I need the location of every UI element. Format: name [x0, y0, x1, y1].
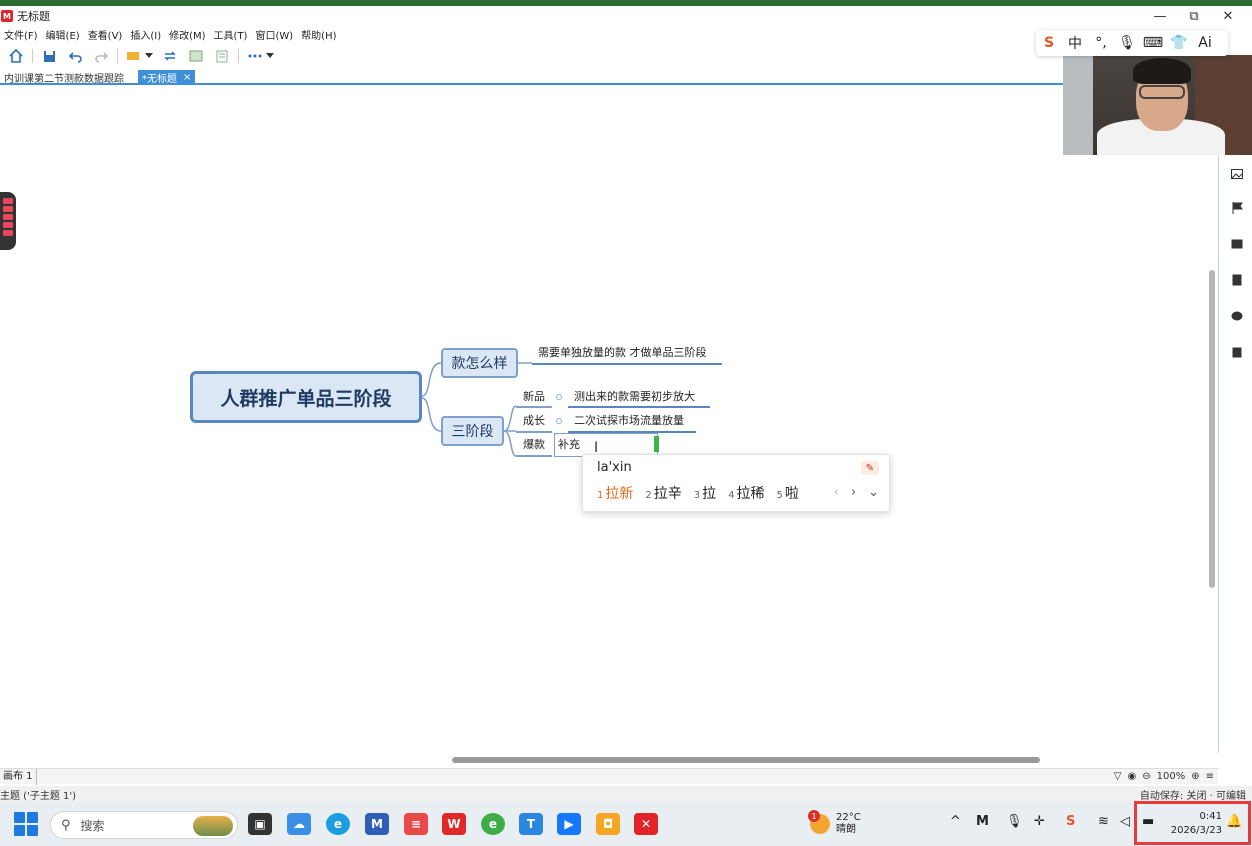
ime-candidate[interactable]: 4 拉稀 [728, 483, 764, 503]
menu-lines-icon[interactable]: ≡ [1206, 771, 1214, 782]
collapse-dot-icon[interactable] [556, 418, 562, 424]
label-icon[interactable] [1230, 237, 1244, 251]
wps-icon[interactable]: W [442, 813, 466, 835]
zoom-in-icon[interactable]: ⊕ [1191, 771, 1199, 782]
ime-next-icon[interactable]: › [851, 485, 856, 500]
stage-label-new[interactable]: 新品 [523, 388, 545, 406]
zoom-out-icon[interactable]: ⊖ [1142, 771, 1150, 782]
subtopic-independent-volume[interactable]: 需要单独放量的款 才做单品三阶段 [538, 344, 707, 362]
ime-candidate[interactable]: 5啦 [777, 483, 799, 503]
search-label: 搜索 [80, 818, 105, 833]
view-icon[interactable]: ◉ [1128, 771, 1137, 782]
horizontal-scrollbar[interactable] [452, 757, 1040, 763]
status-bar: 主题 ('子主题 1') 自动保存: 关闭 · 可编辑 [0, 786, 1252, 802]
start-button-icon[interactable] [14, 812, 38, 836]
stage-underline [516, 406, 552, 408]
ime-navigation: ‹ › ⌄ [834, 485, 879, 500]
task-icon[interactable] [1230, 345, 1244, 359]
right-side-panel [1218, 155, 1252, 753]
taskbar-search[interactable]: ⚲ 搜索 [50, 811, 238, 839]
stage-detail-hit[interactable]: 补充 [558, 436, 580, 454]
ime-candidate[interactable]: 2 拉辛 [645, 483, 681, 503]
windows-taskbar: ⚲ 搜索 ▣ ☁ e M ≡ W e T ▶ ◘ ✕ 1 22°C 晴朗 ^ M… [0, 802, 1252, 846]
sheet-tab[interactable]: 画布 1 [0, 768, 37, 785]
ime-candidate-list: 1 拉新 2 拉辛 3拉 4 拉稀 5啦 [597, 483, 811, 503]
tray-cross-icon[interactable]: ✛ [1034, 814, 1045, 829]
browser-green-icon[interactable]: e [481, 813, 505, 835]
ime-punctuation-toggle[interactable]: °, [1088, 35, 1114, 51]
sogou-skin-icon[interactable]: ✎ [861, 461, 879, 475]
ime-expand-icon[interactable]: ⌄ [868, 485, 879, 500]
flag-icon[interactable] [1230, 201, 1244, 215]
ime-prev-icon[interactable]: ‹ [834, 485, 839, 500]
wifi-icon[interactable]: ≋ [1098, 814, 1109, 829]
ime-ai-button[interactable]: Ai [1192, 35, 1218, 51]
meeting-app-icon[interactable]: T [519, 813, 543, 835]
cloud-app-icon[interactable]: ☁ [287, 813, 311, 835]
zoom-controls: ▽ ◉ ⊖ 100% ⊕ ≡ [1114, 768, 1214, 784]
ime-candidate[interactable]: 3拉 [694, 483, 716, 503]
weather-sun-icon: 1 [808, 810, 830, 834]
sogou-tray-icon[interactable]: S [1066, 814, 1075, 829]
central-topic[interactable]: 人群推广单品三阶段 [190, 371, 422, 423]
stage-detail-new[interactable]: 测出来的款需要初步放大 [574, 388, 695, 406]
stage-label-hit[interactable]: 爆款 [523, 436, 545, 454]
ime-candidate[interactable]: 1 拉新 [597, 483, 633, 503]
filter-icon[interactable]: ▽ [1114, 771, 1122, 782]
main-topic-three-stages[interactable]: 三阶段 [441, 416, 504, 446]
subtopic-underline [532, 363, 722, 365]
sogou-logo-icon[interactable]: S [1036, 35, 1062, 51]
edge-browser-icon[interactable]: e [326, 813, 350, 835]
picture-icon[interactable] [1230, 167, 1244, 181]
main-topic-style[interactable]: 款怎么样 [441, 348, 518, 378]
task-view-icon[interactable]: ▣ [248, 813, 272, 835]
vertical-scrollbar[interactable] [1209, 270, 1215, 588]
microphone-icon[interactable]: 🎙 [1006, 814, 1023, 829]
zoom-level[interactable]: 100% [1157, 771, 1186, 782]
stage-detail-growth[interactable]: 二次试探市场流量放量 [574, 412, 684, 430]
search-highlight-image [193, 816, 233, 836]
ime-keyboard-icon[interactable]: ⌨ [1140, 35, 1166, 51]
text-caret [654, 436, 659, 452]
weather-description: 晴朗 [836, 824, 856, 835]
weather-notification-badge: 1 [808, 810, 820, 822]
ime-voice-icon[interactable]: 🎙 [1114, 35, 1140, 51]
document-icon[interactable] [1230, 273, 1244, 287]
app-icon-orange[interactable]: ◘ [596, 813, 620, 835]
comment-icon[interactable] [1230, 309, 1244, 323]
clock-highlight-box [1134, 801, 1251, 845]
sheet-bar: 画布 1 [0, 768, 1218, 785]
weather-widget[interactable]: 1 22°C 晴朗 [808, 810, 861, 838]
volume-icon[interactable]: ◁ [1120, 814, 1130, 829]
app-icon-blue[interactable]: M [365, 813, 389, 835]
stage-label-growth[interactable]: 成长 [523, 412, 545, 430]
stage-underline [516, 455, 552, 457]
feishu-icon[interactable]: ▶ [557, 813, 581, 835]
weather-temperature: 22°C [836, 812, 861, 823]
ime-floating-toolbar: S 中 °, 🎙 ⌨ 👕 Ai [1036, 30, 1228, 56]
status-selection: 主题 ('子主题 1') [0, 790, 77, 802]
detail-underline [568, 406, 710, 408]
tray-overflow-chevron-icon[interactable]: ^ [950, 814, 961, 829]
xmind-taskbar-icon[interactable]: ✕ [634, 813, 658, 835]
stage-underline [516, 431, 552, 433]
tray-app-icon[interactable]: M [976, 814, 989, 829]
webcam-video-overlay [1063, 55, 1252, 155]
ime-pinyin-input: la'xin [597, 460, 632, 475]
collapse-dot-icon[interactable] [556, 394, 562, 400]
status-autosave: 自动保存: 关闭 · 可编辑 [1139, 790, 1246, 802]
ime-skin-icon[interactable]: 👕 [1166, 35, 1192, 51]
ime-chinese-mode-toggle[interactable]: 中 [1062, 33, 1088, 53]
search-icon: ⚲ [61, 817, 71, 833]
app-icon-red[interactable]: ≡ [404, 813, 428, 835]
ime-candidate-window: la'xin ✎ 1 拉新 2 拉辛 3拉 4 拉稀 5啦 ‹ › ⌄ [582, 454, 890, 512]
